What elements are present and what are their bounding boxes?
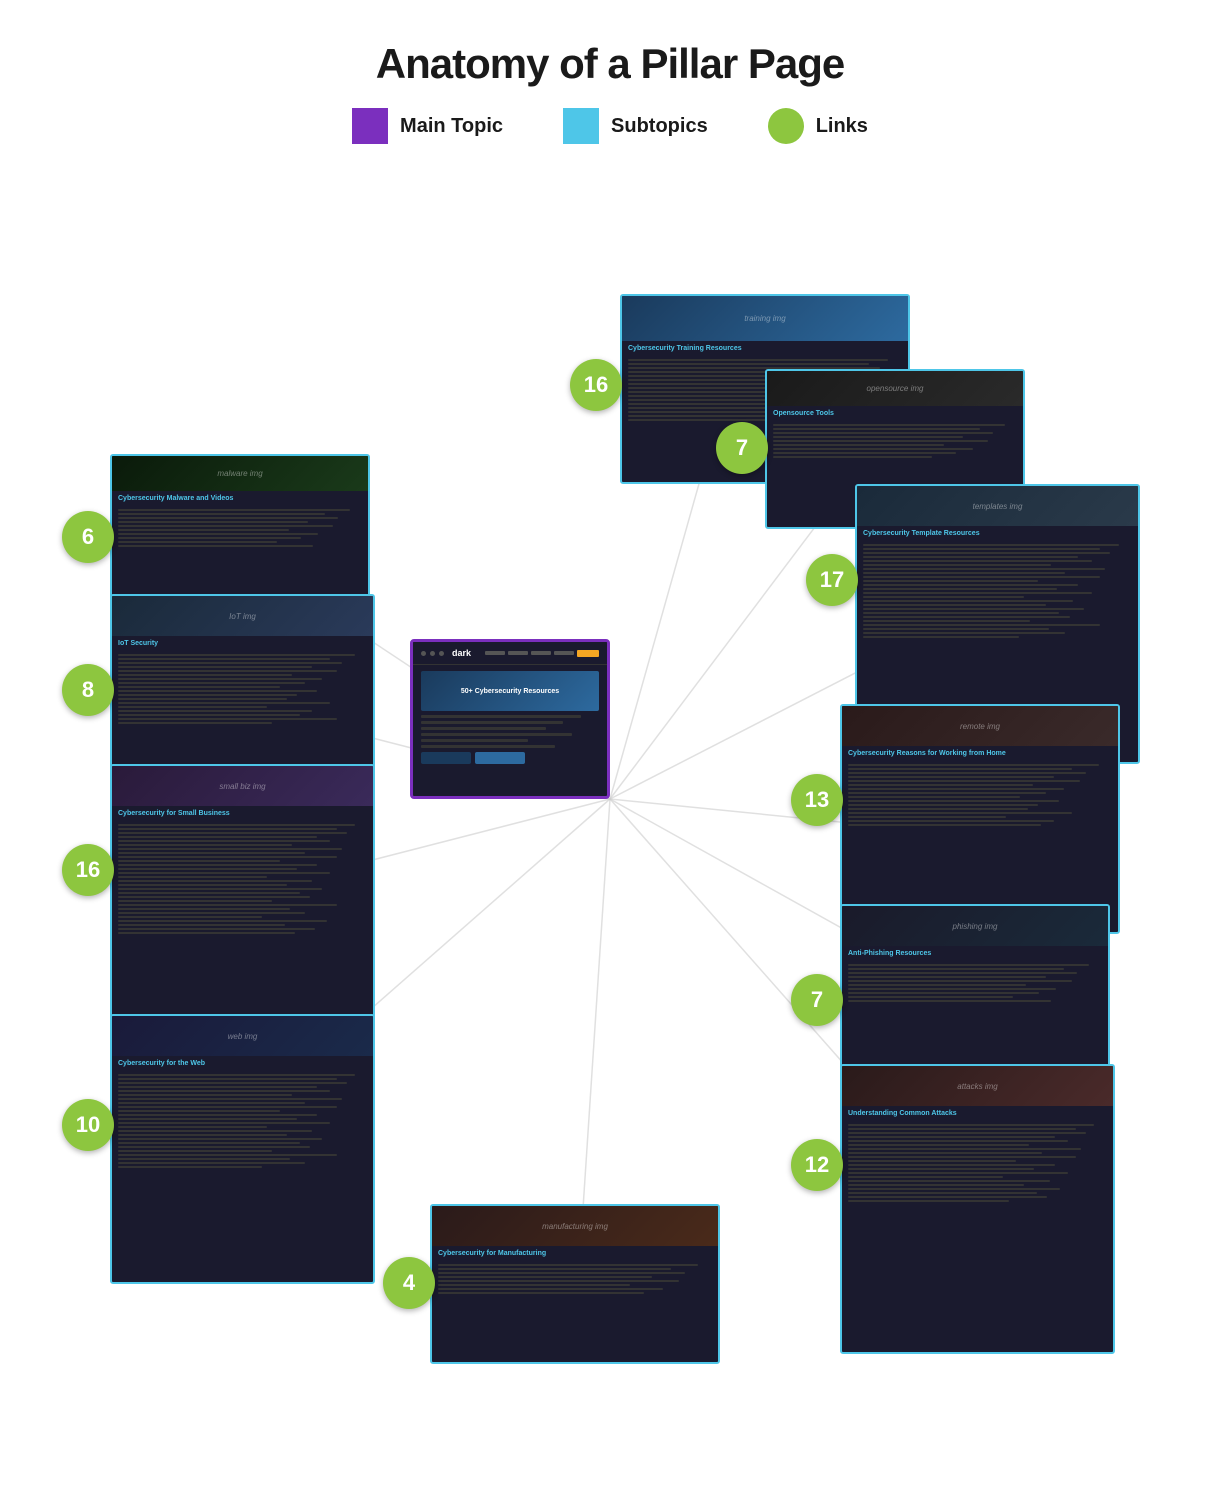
badge-small-business: 16 — [62, 844, 114, 896]
subtopic-manufacturing: manufacturing img Cybersecurity for Manu… — [430, 1204, 720, 1364]
links-label: Links — [816, 115, 868, 138]
badge-anti-phishing: 7 — [791, 974, 843, 1026]
legend-links: Links — [768, 108, 868, 144]
badge-manufacturing: 4 — [383, 1257, 435, 1309]
badge-common-attacks: 12 — [791, 1139, 843, 1191]
links-color-swatch — [768, 108, 804, 144]
legend-main-topic: Main Topic — [352, 108, 503, 144]
legend: Main Topic Subtopics Links — [0, 108, 1220, 174]
diagram-area: dark 50+ Cybersecurity Resources — [0, 174, 1220, 1424]
subtopic-common-attacks: attacks img Understanding Common Attacks — [840, 1064, 1115, 1354]
badge-web: 10 — [62, 1099, 114, 1151]
subtopic-remote-work: remote img Cybersecurity Reasons for Wor… — [840, 704, 1120, 934]
badge-malware-videos: 6 — [62, 511, 114, 563]
badge-cybersecurity-training: 16 — [570, 359, 622, 411]
main-topic-label: Main Topic — [400, 115, 503, 138]
main-topic-color-swatch — [352, 108, 388, 144]
badge-opensource-tools: 7 — [716, 422, 768, 474]
subtopics-color-swatch — [563, 108, 599, 144]
page-title: Anatomy of a Pillar Page — [0, 0, 1220, 108]
legend-subtopics: Subtopics — [563, 108, 708, 144]
subtopics-label: Subtopics — [611, 115, 708, 138]
subtopic-web: web img Cybersecurity for the Web — [110, 1014, 375, 1284]
center-pillar-card: dark 50+ Cybersecurity Resources — [410, 639, 610, 799]
badge-template-resources: 17 — [806, 554, 858, 606]
center-card-header: dark — [413, 642, 607, 665]
badge-remote-work: 13 — [791, 774, 843, 826]
badge-iot-security: 8 — [62, 664, 114, 716]
